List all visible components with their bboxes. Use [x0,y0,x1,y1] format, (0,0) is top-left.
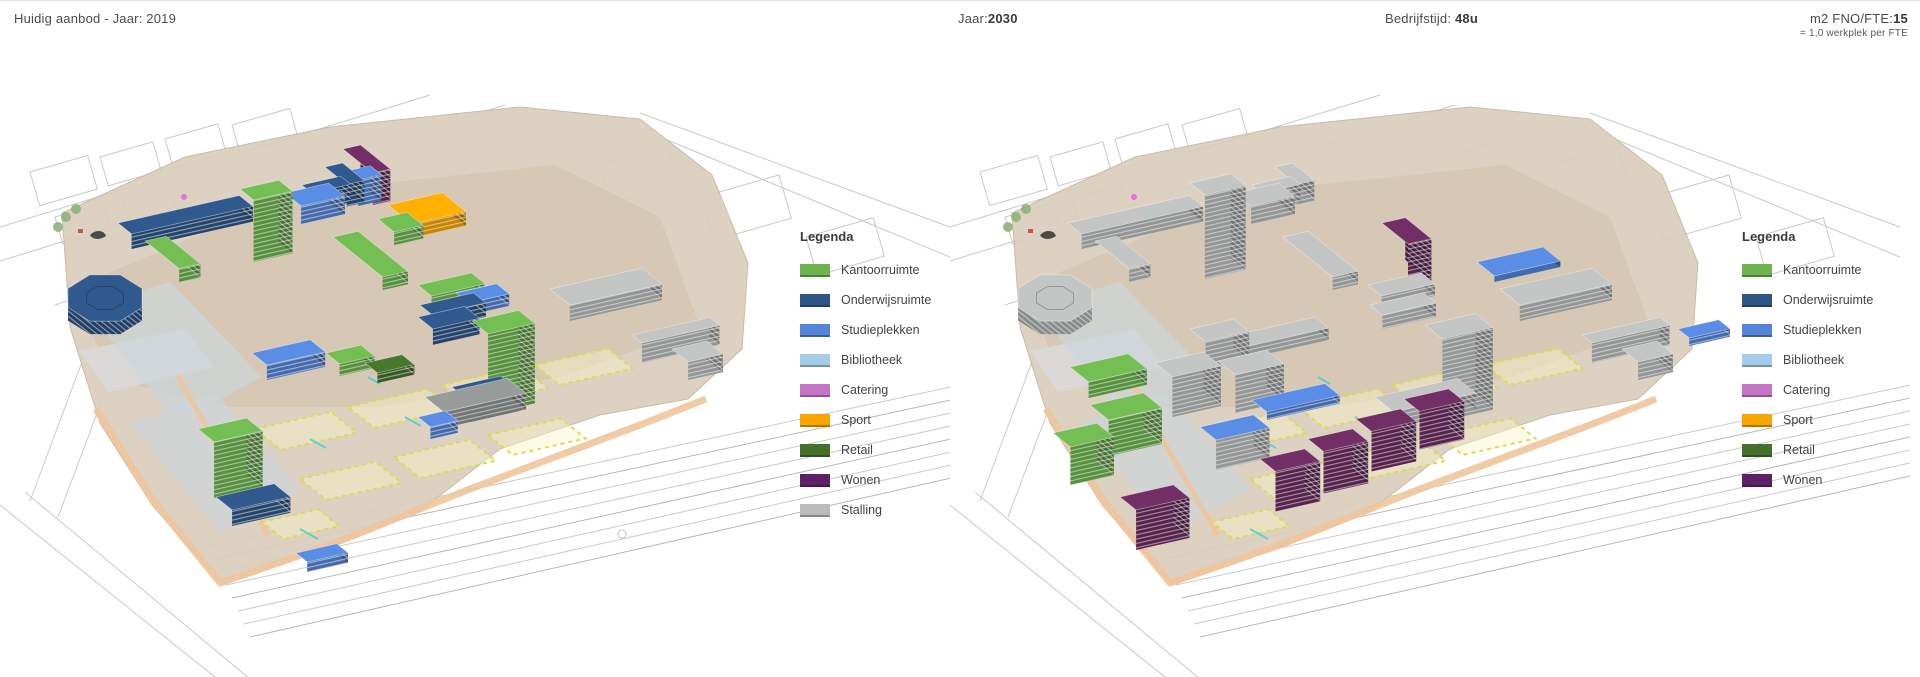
legend-swatch-studie [800,323,830,337]
legend-swatch-biblio [1742,353,1772,367]
legend-label: Bibliotheek [1783,353,1845,367]
legend-label: Studieplekken [841,323,920,337]
legend-swatch-stalling [800,503,830,517]
bedrijfstijd-readout: Bedrijfstijd: 48u [1385,11,1478,26]
legend-item-wonen: Wonen [1742,465,1920,495]
legend-swatch-sport [1742,413,1772,427]
legend-swatch-biblio [800,353,830,367]
legend-swatch-retail [800,443,830,457]
legend-label: Wonen [841,473,881,487]
legend-swatch-catering [800,383,830,397]
legend-swatch-wonen [800,473,830,487]
legend-label: Onderwijsruimte [841,293,932,307]
legend-label: Sport [1783,413,1813,427]
legend-item-sport: Sport [1742,405,1920,435]
legend-label: Kantoorruimte [841,263,920,277]
bedrijfstijd-label: Bedrijfstijd: [1385,11,1455,26]
legend-label: Catering [1783,383,1831,397]
legend-items: Kantoorruimte Onderwijsruimte Studieplekke… [1742,255,1920,495]
legend-swatch-kantoor [800,263,830,277]
legend-swatch-onderwijs [1742,293,1772,307]
fno-label: m2 FNO/FTE: [1810,11,1894,26]
legend-title: Legenda [1742,229,1796,244]
legend-swatch-kantoor [1742,263,1772,277]
fno-value: 15 [1893,11,1908,26]
legend-item-onderwijs: Onderwijsruimte [1742,285,1920,315]
legend-swatch-sport [800,413,830,427]
legend-item-catering: Catering [1742,375,1920,405]
legend-label: Bibliotheek [841,353,903,367]
legend-label: Onderwijsruimte [1783,293,1874,307]
legend-label: Stalling [841,503,882,517]
legend-label: Wonen [1783,473,1823,487]
current-supply-title: Huidig aanbod - Jaar: 2019 [14,11,177,26]
legend-label: Kantoorruimte [1783,263,1862,277]
legend-label: Studieplekken [1783,323,1862,337]
legend-swatch-catering [1742,383,1772,397]
panel-2030: Jaar:2030 Bedrijfstijd: 48u m2 FNO/FTE:1… [950,1,1920,677]
legend-label: Retail [1783,443,1815,457]
legend-swatch-onderwijs [800,293,830,307]
legend-item-retail: Retail [1742,435,1920,465]
legend-2030: Legenda Kantoorruimte Onderwijsruimte Stud… [1742,229,1920,495]
fno-readout: m2 FNO/FTE:15 = 1,0 werkplek per FTE [1800,11,1908,41]
legend-label: Retail [841,443,873,457]
legend-swatch-retail [1742,443,1772,457]
year-label: Jaar: [958,11,988,26]
legend-item-biblio: Bibliotheek [1742,345,1920,375]
legend-item-kantoor: Kantoorruimte [1742,255,1920,285]
scenario-dashboard: Huidig aanbod - Jaar: 2019 Legenda Kanto… [0,0,1920,677]
fno-note: = 1,0 werkplek per FTE [1799,28,1908,39]
legend-item-studie: Studieplekken [1742,315,1920,345]
legend-label: Catering [841,383,889,397]
legend-label: Sport [841,413,871,427]
legend-swatch-studie [1742,323,1772,337]
bedrijfstijd-value: 48u [1455,11,1479,26]
year-readout: Jaar:2030 [958,11,1018,26]
panel-2019: Huidig aanbod - Jaar: 2019 Legenda Kanto… [0,1,950,677]
year-value: 2030 [987,11,1018,26]
legend-swatch-wonen [1742,473,1772,487]
